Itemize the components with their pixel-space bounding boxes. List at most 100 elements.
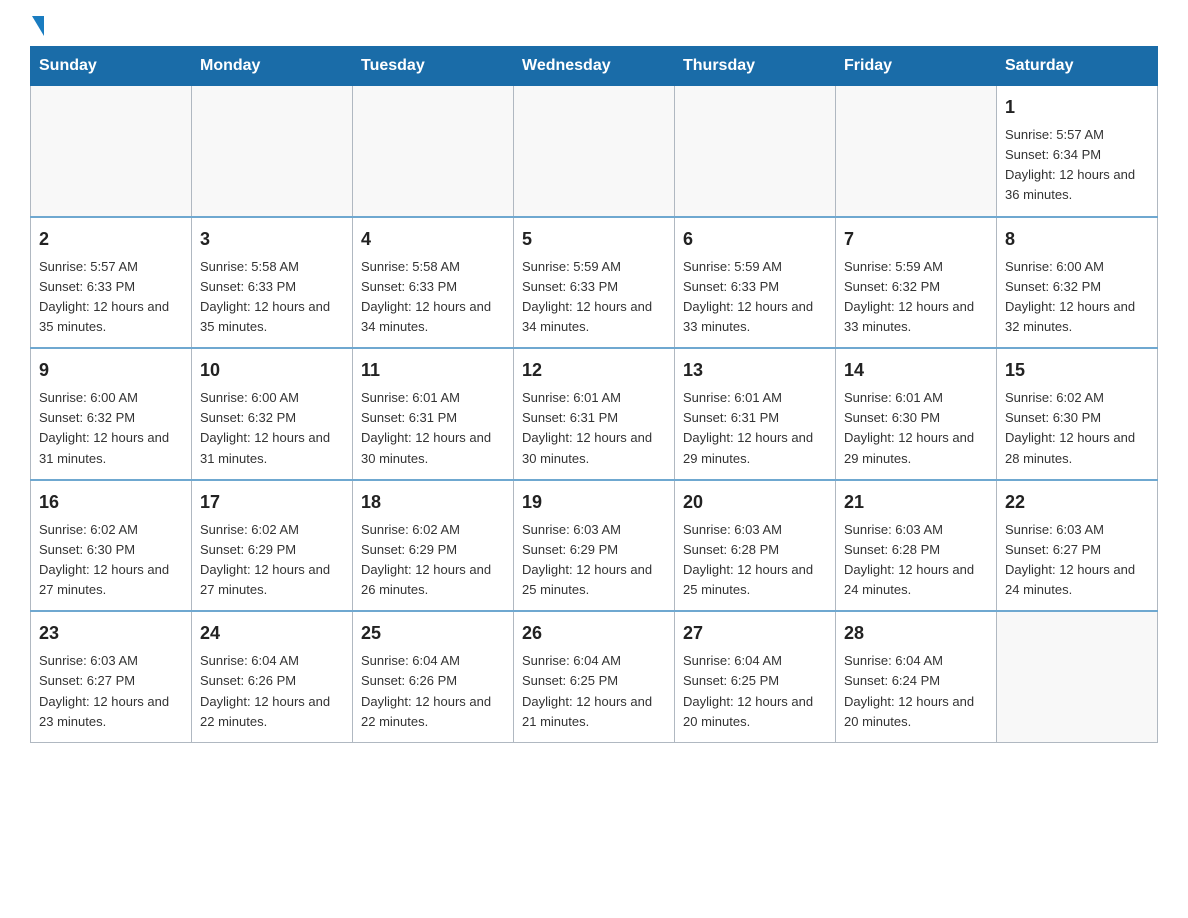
day-number: 1 [1005, 94, 1149, 121]
calendar-day-cell: 16 Sunrise: 6:02 AM Sunset: 6:30 PM Dayli… [31, 480, 192, 612]
calendar-day-cell: 13 Sunrise: 6:01 AM Sunset: 6:31 PM Dayli… [675, 348, 836, 480]
calendar-day-cell: 8 Sunrise: 6:00 AM Sunset: 6:32 PM Daylig… [997, 217, 1158, 349]
calendar-day-cell: 14 Sunrise: 6:01 AM Sunset: 6:30 PM Dayli… [836, 348, 997, 480]
calendar-day-cell: 18 Sunrise: 6:02 AM Sunset: 6:29 PM Dayli… [353, 480, 514, 612]
calendar-day-cell: 28 Sunrise: 6:04 AM Sunset: 6:24 PM Dayli… [836, 611, 997, 742]
calendar-day-header: Saturday [997, 47, 1158, 86]
day-number: 10 [200, 357, 344, 384]
day-number: 14 [844, 357, 988, 384]
calendar-day-cell: 20 Sunrise: 6:03 AM Sunset: 6:28 PM Dayli… [675, 480, 836, 612]
calendar-week-row: 1 Sunrise: 5:57 AM Sunset: 6:34 PM Daylig… [31, 86, 1158, 217]
calendar-day-cell: 10 Sunrise: 6:00 AM Sunset: 6:32 PM Dayli… [192, 348, 353, 480]
day-number: 18 [361, 489, 505, 516]
day-number: 26 [522, 620, 666, 647]
day-number: 9 [39, 357, 183, 384]
calendar-day-cell: 21 Sunrise: 6:03 AM Sunset: 6:28 PM Dayli… [836, 480, 997, 612]
day-number: 7 [844, 226, 988, 253]
calendar-day-header: Tuesday [353, 47, 514, 86]
calendar-week-row: 2Sunrise: 5:57 AM Sunset: 6:33 PM Daylig… [31, 217, 1158, 349]
day-number: 28 [844, 620, 988, 647]
calendar-day-cell: 7 Sunrise: 5:59 AM Sunset: 6:32 PM Daylig… [836, 217, 997, 349]
calendar-day-cell: 4 Sunrise: 5:58 AM Sunset: 6:33 PM Daylig… [353, 217, 514, 349]
calendar-day-cell: 2Sunrise: 5:57 AM Sunset: 6:33 PM Daylig… [31, 217, 192, 349]
day-info: Sunrise: 5:58 AM Sunset: 6:33 PM Dayligh… [200, 257, 344, 338]
day-info: Sunrise: 6:04 AM Sunset: 6:26 PM Dayligh… [361, 651, 505, 732]
day-number: 13 [683, 357, 827, 384]
day-number: 22 [1005, 489, 1149, 516]
calendar-day-header: Wednesday [514, 47, 675, 86]
calendar-day-cell: 19 Sunrise: 6:03 AM Sunset: 6:29 PM Dayli… [514, 480, 675, 612]
day-number: 21 [844, 489, 988, 516]
day-number: 5 [522, 226, 666, 253]
day-number: 15 [1005, 357, 1149, 384]
calendar-day-cell: 23Sunrise: 6:03 AM Sunset: 6:27 PM Dayli… [31, 611, 192, 742]
day-number: 4 [361, 226, 505, 253]
day-info: Sunrise: 5:59 AM Sunset: 6:33 PM Dayligh… [522, 257, 666, 338]
day-info: Sunrise: 6:01 AM Sunset: 6:31 PM Dayligh… [683, 388, 827, 469]
calendar-day-cell: 17 Sunrise: 6:02 AM Sunset: 6:29 PM Dayli… [192, 480, 353, 612]
calendar-week-row: 16 Sunrise: 6:02 AM Sunset: 6:30 PM Dayli… [31, 480, 1158, 612]
calendar-day-cell: 12Sunrise: 6:01 AM Sunset: 6:31 PM Dayli… [514, 348, 675, 480]
day-info: Sunrise: 6:04 AM Sunset: 6:26 PM Dayligh… [200, 651, 344, 732]
calendar-day-cell [836, 86, 997, 217]
calendar-day-cell: 26 Sunrise: 6:04 AM Sunset: 6:25 PM Dayli… [514, 611, 675, 742]
day-info: Sunrise: 5:58 AM Sunset: 6:33 PM Dayligh… [361, 257, 505, 338]
day-info: Sunrise: 6:00 AM Sunset: 6:32 PM Dayligh… [39, 388, 183, 469]
calendar-day-cell: 3Sunrise: 5:58 AM Sunset: 6:33 PM Daylig… [192, 217, 353, 349]
day-info: Sunrise: 6:04 AM Sunset: 6:25 PM Dayligh… [683, 651, 827, 732]
day-number: 16 [39, 489, 183, 516]
day-info: Sunrise: 6:00 AM Sunset: 6:32 PM Dayligh… [200, 388, 344, 469]
day-info: Sunrise: 6:00 AM Sunset: 6:32 PM Dayligh… [1005, 257, 1149, 338]
calendar-day-cell [31, 86, 192, 217]
day-number: 24 [200, 620, 344, 647]
day-number: 8 [1005, 226, 1149, 253]
logo [30, 20, 44, 36]
day-info: Sunrise: 6:01 AM Sunset: 6:31 PM Dayligh… [361, 388, 505, 469]
day-number: 25 [361, 620, 505, 647]
day-info: Sunrise: 5:59 AM Sunset: 6:33 PM Dayligh… [683, 257, 827, 338]
day-info: Sunrise: 6:03 AM Sunset: 6:28 PM Dayligh… [844, 520, 988, 601]
calendar-day-cell [675, 86, 836, 217]
calendar-week-row: 23Sunrise: 6:03 AM Sunset: 6:27 PM Dayli… [31, 611, 1158, 742]
calendar-day-cell: 24 Sunrise: 6:04 AM Sunset: 6:26 PM Dayli… [192, 611, 353, 742]
calendar-day-cell: 11 Sunrise: 6:01 AM Sunset: 6:31 PM Dayli… [353, 348, 514, 480]
page-header [30, 20, 1158, 36]
calendar-day-cell: 1 Sunrise: 5:57 AM Sunset: 6:34 PM Daylig… [997, 86, 1158, 217]
day-number: 17 [200, 489, 344, 516]
day-info: Sunrise: 6:04 AM Sunset: 6:24 PM Dayligh… [844, 651, 988, 732]
calendar-header-row: SundayMondayTuesdayWednesdayThursdayFrid… [31, 47, 1158, 86]
day-number: 6 [683, 226, 827, 253]
day-number: 20 [683, 489, 827, 516]
calendar-day-header: Sunday [31, 47, 192, 86]
calendar-day-cell: 15Sunrise: 6:02 AM Sunset: 6:30 PM Dayli… [997, 348, 1158, 480]
calendar-day-cell: 25 Sunrise: 6:04 AM Sunset: 6:26 PM Dayli… [353, 611, 514, 742]
day-info: Sunrise: 6:01 AM Sunset: 6:30 PM Dayligh… [844, 388, 988, 469]
calendar-table: SundayMondayTuesdayWednesdayThursdayFrid… [30, 46, 1158, 743]
day-info: Sunrise: 6:02 AM Sunset: 6:29 PM Dayligh… [200, 520, 344, 601]
calendar-day-cell: 9 Sunrise: 6:00 AM Sunset: 6:32 PM Daylig… [31, 348, 192, 480]
day-info: Sunrise: 6:02 AM Sunset: 6:30 PM Dayligh… [39, 520, 183, 601]
day-info: Sunrise: 6:03 AM Sunset: 6:29 PM Dayligh… [522, 520, 666, 601]
logo-triangle-icon [32, 16, 44, 36]
day-info: Sunrise: 6:02 AM Sunset: 6:29 PM Dayligh… [361, 520, 505, 601]
day-info: Sunrise: 5:57 AM Sunset: 6:34 PM Dayligh… [1005, 125, 1149, 206]
calendar-day-header: Thursday [675, 47, 836, 86]
day-info: Sunrise: 6:03 AM Sunset: 6:28 PM Dayligh… [683, 520, 827, 601]
day-info: Sunrise: 5:59 AM Sunset: 6:32 PM Dayligh… [844, 257, 988, 338]
calendar-day-cell: 5 Sunrise: 5:59 AM Sunset: 6:33 PM Daylig… [514, 217, 675, 349]
day-number: 19 [522, 489, 666, 516]
calendar-day-cell [192, 86, 353, 217]
calendar-day-header: Friday [836, 47, 997, 86]
day-info: Sunrise: 6:03 AM Sunset: 6:27 PM Dayligh… [1005, 520, 1149, 601]
calendar-day-cell [353, 86, 514, 217]
calendar-day-cell: 22 Sunrise: 6:03 AM Sunset: 6:27 PM Dayli… [997, 480, 1158, 612]
calendar-day-cell [514, 86, 675, 217]
day-info: Sunrise: 6:04 AM Sunset: 6:25 PM Dayligh… [522, 651, 666, 732]
calendar-day-cell [997, 611, 1158, 742]
day-number: 2 [39, 226, 183, 253]
calendar-day-cell: 6 Sunrise: 5:59 AM Sunset: 6:33 PM Daylig… [675, 217, 836, 349]
calendar-day-cell: 27 Sunrise: 6:04 AM Sunset: 6:25 PM Dayli… [675, 611, 836, 742]
day-number: 27 [683, 620, 827, 647]
day-number: 23 [39, 620, 183, 647]
day-number: 11 [361, 357, 505, 384]
